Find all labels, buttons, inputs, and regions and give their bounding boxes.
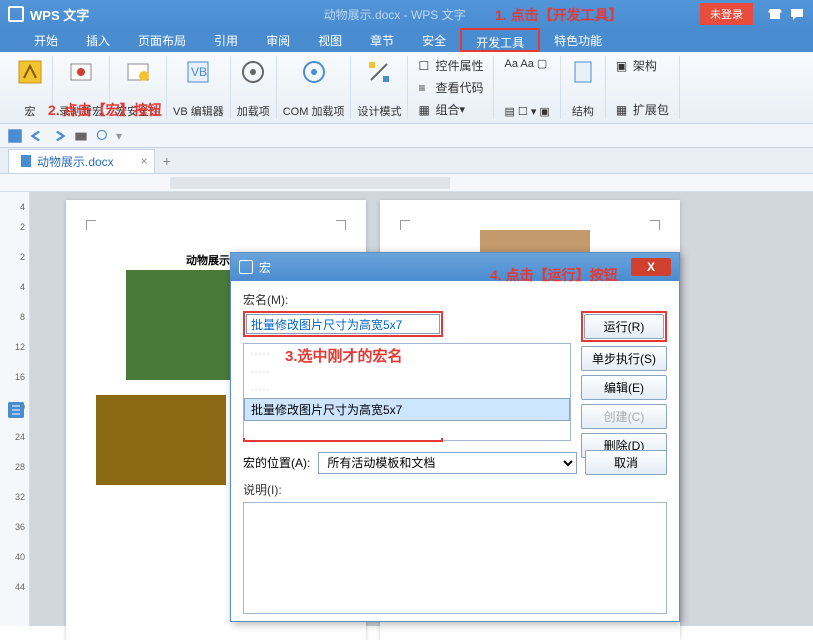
menu-view[interactable]: 视图 xyxy=(304,28,356,52)
location-select[interactable]: 所有活动模板和文档 xyxy=(318,452,577,474)
annotation-2: 2. 点击【宏】按钮 xyxy=(48,100,162,120)
ribbon-controls2[interactable]: ▤ ☐ ▾ ▣ xyxy=(500,104,553,119)
desc-label: 说明(I): xyxy=(243,481,667,498)
macro-dialog: 宏 X 宏名(M): ····· ····· ····· 批量修改图片尺寸为高宽… xyxy=(230,252,680,622)
description-box[interactable] xyxy=(243,502,667,614)
feedback-icon[interactable] xyxy=(789,6,805,22)
com-addin-icon xyxy=(300,58,328,86)
annotation-1: 1. 点击【开发工具】 xyxy=(495,5,623,25)
menu-insert[interactable]: 插入 xyxy=(72,28,124,52)
vb-editor-icon: VB xyxy=(184,58,212,86)
macro-name-label: 宏名(M): xyxy=(243,291,667,308)
list-item-selected[interactable]: 批量修改图片尺寸为高宽5x7 xyxy=(244,398,570,421)
menu-reference[interactable]: 引用 xyxy=(200,28,252,52)
menu-page-layout[interactable]: 页面布局 xyxy=(124,28,200,52)
menu-chapter[interactable]: 章节 xyxy=(356,28,408,52)
image-1[interactable] xyxy=(126,270,236,380)
save-icon[interactable] xyxy=(6,127,24,145)
ribbon-aa[interactable]: Aa Aa ▢ xyxy=(500,56,551,71)
tab-close-icon[interactable]: × xyxy=(141,154,148,168)
menu-developer[interactable]: 开发工具 xyxy=(460,28,540,52)
tab-add-icon[interactable]: + xyxy=(163,153,171,169)
ribbon-struct[interactable]: 结构 xyxy=(561,56,606,119)
svg-text:VB: VB xyxy=(191,65,207,79)
doc-icon xyxy=(19,154,33,168)
menu-features[interactable]: 特色功能 xyxy=(540,28,616,52)
ribbon-ctrlprop[interactable]: ☐控件属性 xyxy=(414,56,487,75)
redo-icon[interactable] xyxy=(50,127,68,145)
annotation-4: 4. 点击【运行】按钮 xyxy=(490,265,618,285)
skin-icon[interactable] xyxy=(767,6,783,22)
ribbon-text: Aa Aa ▢ ▤ ☐ ▾ ▣ xyxy=(494,56,560,119)
title-bar: WPS 文字 动物展示.docx - WPS 文字 未登录 xyxy=(0,0,813,28)
panel-toggle-icon[interactable] xyxy=(8,402,24,418)
create-button[interactable]: 创建(C) xyxy=(581,404,667,429)
wps-logo-icon xyxy=(8,6,24,22)
run-button[interactable]: 运行(R) xyxy=(584,314,664,339)
macro-security-icon xyxy=(124,58,152,86)
menu-bar: 开始 插入 页面布局 引用 审阅 视图 章节 安全 开发工具 特色功能 xyxy=(0,28,813,52)
menu-start[interactable]: 开始 xyxy=(20,28,72,52)
menu-security[interactable]: 安全 xyxy=(408,28,460,52)
ribbon-controls: ☐控件属性 ≡查看代码 ▦组合 ▾ xyxy=(408,56,494,119)
quick-access-toolbar: ▾ xyxy=(0,124,813,148)
menu-review[interactable]: 审阅 xyxy=(252,28,304,52)
image-2[interactable] xyxy=(96,395,226,485)
print-icon[interactable] xyxy=(72,127,90,145)
undo-icon[interactable] xyxy=(28,127,46,145)
annotation-3: 3.选中刚才的宏名 xyxy=(285,345,403,366)
macro-name-input[interactable] xyxy=(246,314,440,334)
ribbon-ext: ▣架构 ▦扩展包 xyxy=(606,56,680,119)
ribbon-extpack[interactable]: ▦扩展包 xyxy=(612,100,673,119)
ribbon-addin[interactable]: 加载项 xyxy=(231,56,277,119)
ribbon-macro[interactable]: 宏 xyxy=(8,56,53,119)
record-macro-icon xyxy=(67,58,95,86)
ribbon-group[interactable]: ▦组合 ▾ xyxy=(414,100,469,119)
preview-icon[interactable] xyxy=(94,127,112,145)
document-tabs: 动物展示.docx × + xyxy=(0,148,813,174)
tab-active[interactable]: 动物展示.docx × xyxy=(8,149,155,173)
addin-icon xyxy=(239,58,267,86)
ribbon-vb[interactable]: VB VB 编辑器 xyxy=(167,56,231,119)
structure-icon xyxy=(569,58,597,86)
app-name: WPS 文字 xyxy=(30,5,89,24)
ribbon-schema[interactable]: ▣架构 xyxy=(612,56,661,75)
dialog-logo-icon xyxy=(239,260,253,274)
dialog-close-button[interactable]: X xyxy=(631,258,671,276)
ribbon-com[interactable]: COM 加载项 xyxy=(277,56,352,119)
ribbon-design[interactable]: 设计模式 xyxy=(351,56,408,119)
edit-button[interactable]: 编辑(E) xyxy=(581,375,667,400)
ribbon-viewcode[interactable]: ≡查看代码 xyxy=(414,78,487,97)
horizontal-ruler[interactable] xyxy=(0,174,813,192)
design-mode-icon xyxy=(365,58,393,86)
login-button[interactable]: 未登录 xyxy=(700,3,753,25)
location-label: 宏的位置(A): xyxy=(243,454,310,471)
macro-icon xyxy=(16,58,44,86)
list-item[interactable]: ····· xyxy=(244,380,570,398)
step-button[interactable]: 单步执行(S) xyxy=(581,346,667,371)
cancel-button[interactable]: 取消 xyxy=(585,450,667,475)
